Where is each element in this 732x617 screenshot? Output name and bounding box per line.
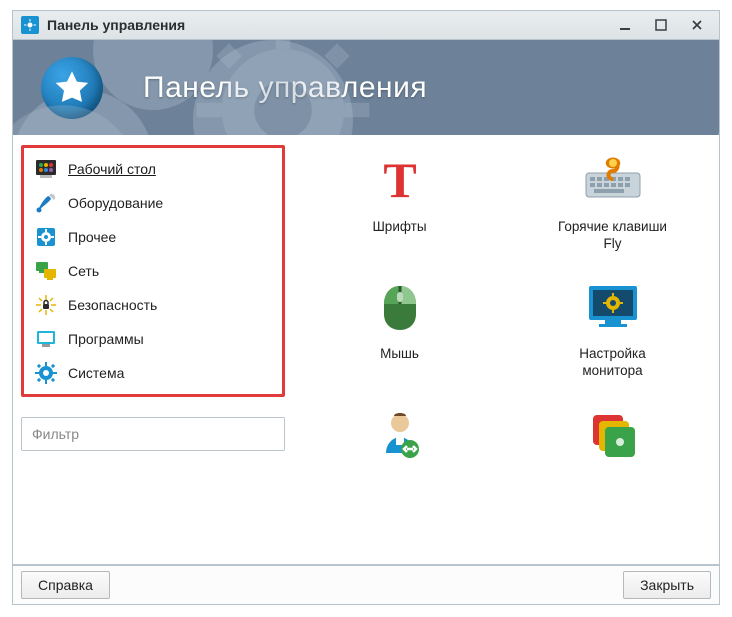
themes-icon (581, 403, 645, 467)
filter-input[interactable] (21, 417, 285, 451)
category-label: Сеть (68, 263, 99, 279)
help-button[interactable]: Справка (21, 571, 110, 599)
header-banner: Панель управления (12, 40, 720, 135)
security-icon (34, 293, 58, 317)
app-themes[interactable] (506, 395, 719, 520)
close-window-button[interactable] (683, 14, 711, 36)
app-label: Настройка монитора (579, 346, 645, 380)
titlebar: Панель управления (12, 10, 720, 40)
maximize-button[interactable] (647, 14, 675, 36)
other-icon (34, 225, 58, 249)
category-desktop[interactable]: Рабочий стол (30, 152, 276, 186)
category-hardware[interactable]: Оборудование (30, 186, 276, 220)
category-label: Рабочий стол (68, 161, 156, 177)
right-pane: T Шрифты Горячие клавиши Fly Мышь (293, 135, 719, 564)
minimize-button[interactable] (611, 14, 639, 36)
category-system[interactable]: Система (30, 356, 276, 390)
app-monitor[interactable]: Настройка монитора (506, 268, 719, 393)
programs-icon (34, 327, 58, 351)
body: Рабочий стол Оборудование Прочее (12, 135, 720, 565)
window-root: Панель управления Панель управления (0, 0, 732, 611)
users-icon (368, 403, 432, 467)
app-fonts[interactable]: T Шрифты (293, 141, 506, 266)
category-label: Безопасность (68, 297, 157, 313)
close-button[interactable]: Закрыть (623, 571, 711, 599)
app-label: Мышь (380, 346, 419, 363)
app-hotkeys[interactable]: Горячие клавиши Fly (506, 141, 719, 266)
mouse-icon (368, 276, 432, 340)
monitor-icon (581, 276, 645, 340)
network-icon (34, 259, 58, 283)
category-label: Программы (68, 331, 144, 347)
category-list: Рабочий стол Оборудование Прочее (21, 145, 285, 397)
footer: Справка Закрыть (12, 565, 720, 605)
category-network[interactable]: Сеть (30, 254, 276, 288)
app-mouse[interactable]: Мышь (293, 268, 506, 393)
category-programs[interactable]: Программы (30, 322, 276, 356)
category-security[interactable]: Безопасность (30, 288, 276, 322)
app-grid: T Шрифты Горячие клавиши Fly Мышь (293, 141, 719, 520)
fonts-icon: T (368, 149, 432, 213)
hardware-icon (34, 191, 58, 215)
category-label: Оборудование (68, 195, 163, 211)
app-label: Шрифты (372, 219, 426, 236)
category-other[interactable]: Прочее (30, 220, 276, 254)
system-icon (34, 361, 58, 385)
category-label: Система (68, 365, 124, 381)
left-pane: Рабочий стол Оборудование Прочее (13, 135, 293, 564)
category-label: Прочее (68, 229, 116, 245)
banner-decoration (13, 40, 719, 135)
desktop-icon (34, 157, 58, 181)
app-users[interactable] (293, 395, 506, 520)
app-icon (21, 16, 39, 34)
hotkeys-icon (581, 149, 645, 213)
svg-text:T: T (383, 153, 416, 208)
window-title: Панель управления (47, 17, 603, 33)
app-label: Горячие клавиши Fly (558, 219, 667, 253)
